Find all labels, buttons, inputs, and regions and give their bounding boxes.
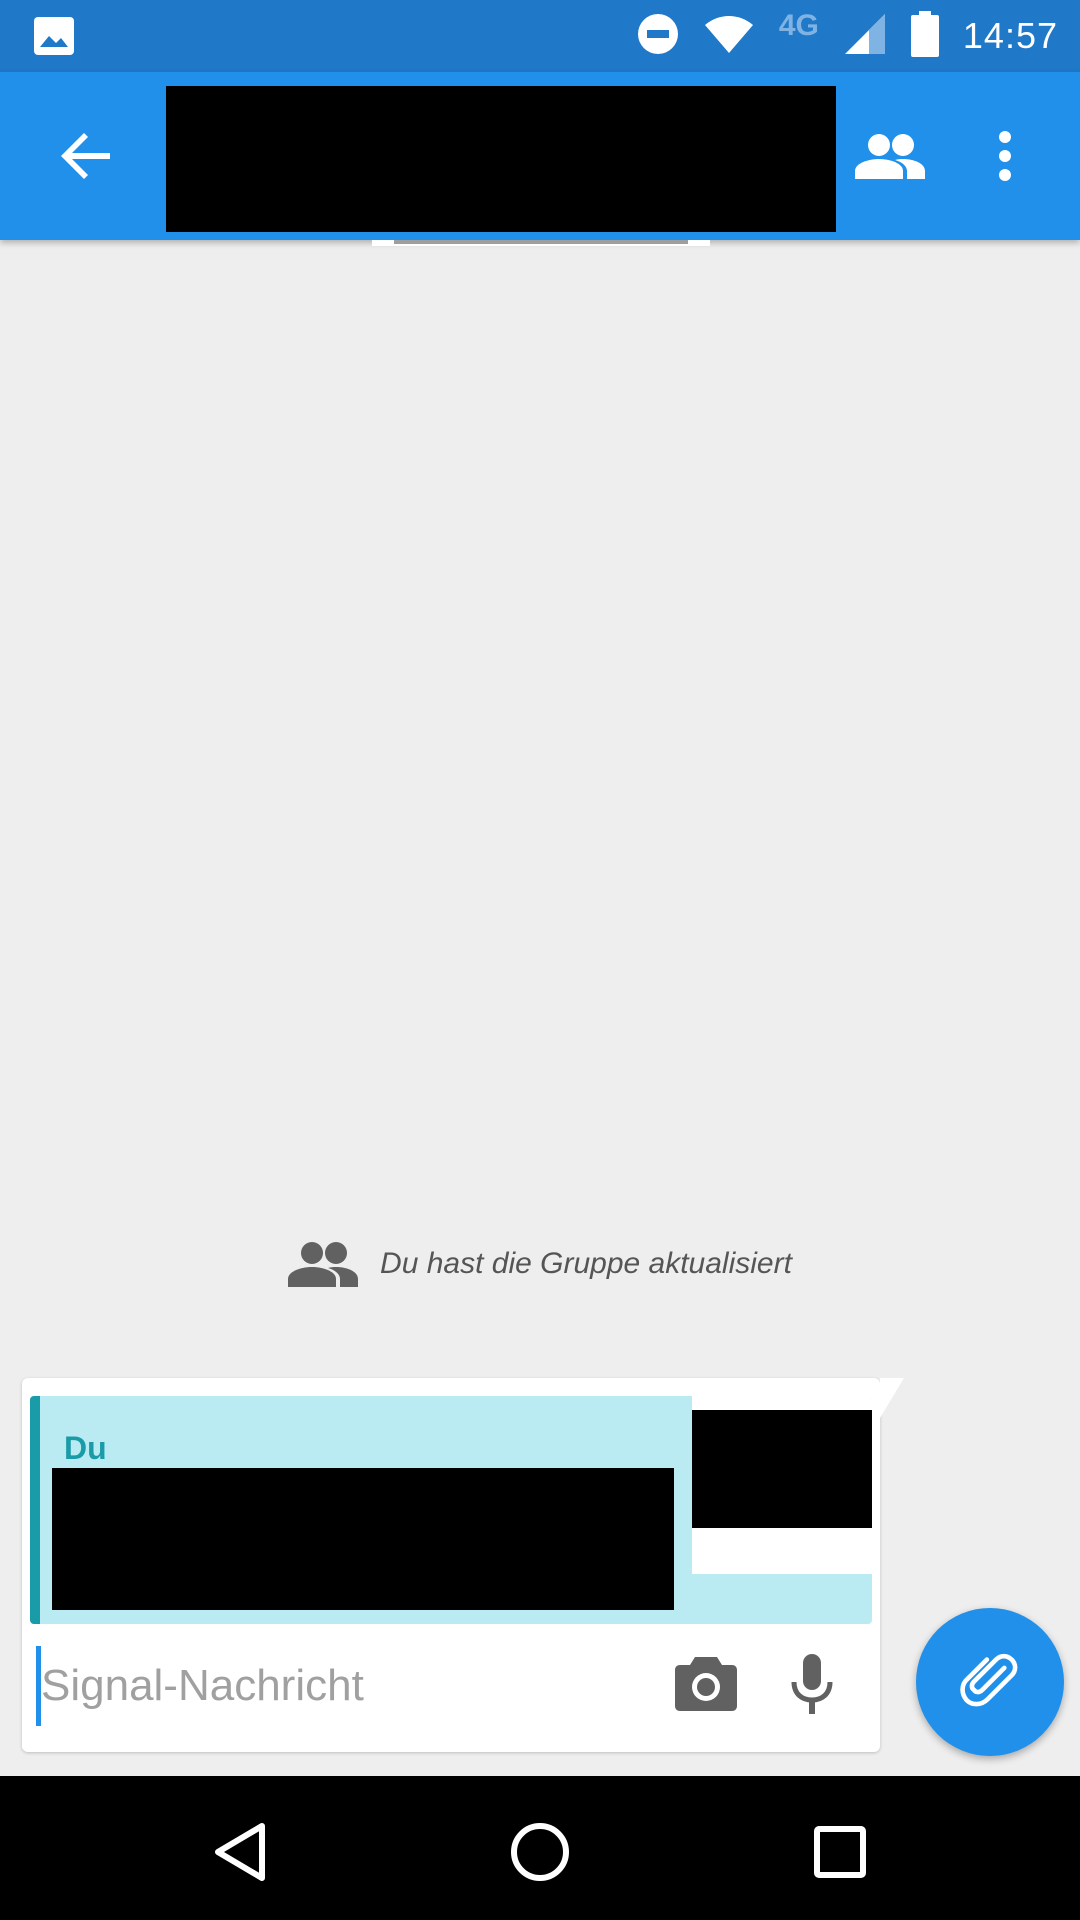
- quote-accent-bar: [30, 1396, 40, 1624]
- nav-recents-button[interactable]: [800, 1812, 880, 1892]
- cell-signal-icon: [843, 12, 887, 61]
- status-icons: 4G 14:57: [637, 0, 1058, 72]
- do-not-disturb-icon: [637, 13, 679, 60]
- mic-icon: [791, 1654, 833, 1714]
- more-options-button[interactable]: [980, 118, 1030, 194]
- camera-icon: [675, 1657, 737, 1711]
- back-button[interactable]: [48, 118, 124, 194]
- composer-tail: [880, 1378, 904, 1418]
- attach-button[interactable]: [916, 1608, 1064, 1756]
- nav-home-icon: [511, 1823, 569, 1881]
- group-icon: [855, 134, 925, 179]
- status-bar: 4G 14:57: [0, 0, 1080, 72]
- message-composer: Du: [22, 1378, 904, 1752]
- quote-thumbnail: [692, 1410, 872, 1528]
- quote-author: Du: [64, 1430, 107, 1466]
- nav-back-icon: [215, 1823, 265, 1881]
- app-bar: [0, 72, 1080, 240]
- group-update-text: Du hast die Gruppe aktualisiert: [380, 1247, 792, 1280]
- quote-body: [52, 1468, 674, 1610]
- nav-recents-icon: [814, 1826, 866, 1878]
- camera-button[interactable]: [670, 1646, 742, 1722]
- microphone-button[interactable]: [782, 1646, 842, 1722]
- network-type-label: 4G: [778, 9, 819, 42]
- wifi-icon: [703, 13, 755, 60]
- message-input[interactable]: [36, 1646, 636, 1726]
- attach-icon: [960, 1653, 1018, 1707]
- nav-home-button[interactable]: [500, 1812, 580, 1892]
- conversation-title[interactable]: [166, 86, 836, 232]
- quoted-message[interactable]: Du: [30, 1396, 872, 1624]
- nav-back-button[interactable]: [200, 1812, 280, 1892]
- navigation-bar: [0, 1776, 1080, 1920]
- battery-icon: [910, 10, 939, 62]
- image-icon: [34, 17, 74, 55]
- more-vert-icon: [999, 131, 1011, 181]
- group-update-notice: Du hast die Gruppe aktualisiert: [0, 1232, 1080, 1296]
- group-icon: [288, 1242, 359, 1287]
- group-members-button[interactable]: [850, 118, 930, 194]
- loading-indicator: [372, 240, 710, 246]
- arrow-back-icon: [61, 133, 110, 179]
- status-time: 14:57: [962, 15, 1058, 56]
